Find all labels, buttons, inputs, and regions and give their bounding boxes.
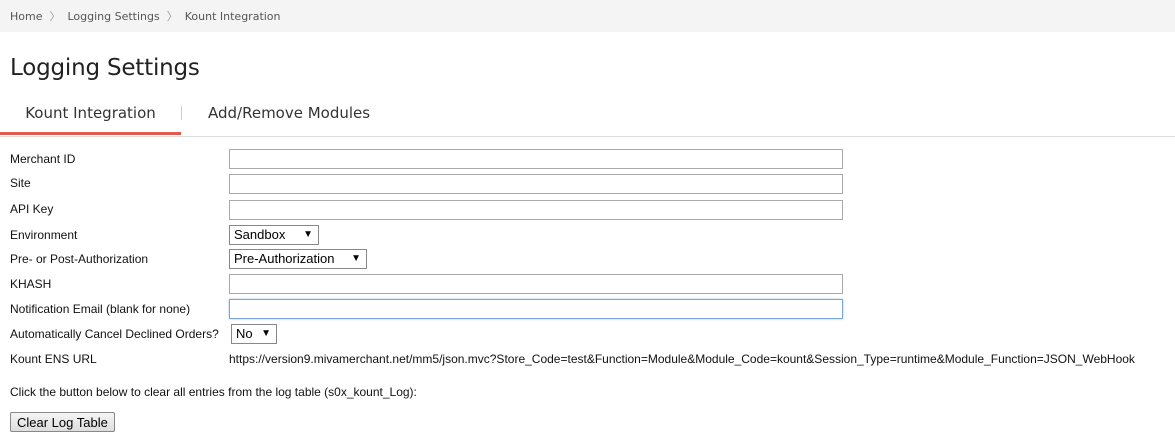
authorization-select[interactable]: Pre-Authorization ▼ [229,249,367,269]
ens-url-value: https://version9.mivamerchant.net/mm5/js… [229,352,1135,366]
environment-selected-value: Sandbox [234,227,286,242]
environment-select[interactable]: Sandbox ▼ [229,225,319,245]
tab-divider [181,106,182,120]
breadcrumb-current: Kount Integration [184,9,281,23]
chevron-down-icon: ▼ [261,328,271,339]
breadcrumb-logging-settings[interactable]: Logging Settings [67,10,159,23]
api-key-input[interactable] [229,200,843,220]
tab-kount-integration[interactable]: Kount Integration [0,94,181,135]
tab-add-remove-modules[interactable]: Add/Remove Modules [208,94,370,134]
merchant-id-input[interactable] [229,149,843,169]
clear-log-table-button[interactable]: Clear Log Table [10,412,115,432]
auto-cancel-label: Automatically Cancel Declined Orders? [10,327,219,341]
ens-url-label: Kount ENS URL [10,352,97,366]
khash-label: KHASH [10,277,52,291]
api-key-label: API Key [10,202,54,216]
notification-email-input[interactable] [229,299,843,319]
site-input[interactable] [229,174,843,194]
breadcrumb: Home 〉 Logging Settings 〉 Kount Integrat… [0,0,1175,32]
chevron-down-icon: ▼ [351,253,361,264]
chevron-down-icon: ▼ [303,229,313,240]
notification-email-label: Notification Email (blank for none) [10,302,191,316]
breadcrumb-separator-icon: 〉 [49,10,61,23]
authorization-label: Pre- or Post-Authorization [10,252,149,266]
breadcrumb-separator-icon: 〉 [166,10,178,23]
merchant-id-label: Merchant ID [10,152,76,166]
authorization-selected-value: Pre-Authorization [234,251,335,266]
page-title: Logging Settings [10,55,200,81]
tab-bar: Kount Integration Add/Remove Modules [0,94,1175,137]
site-label: Site [10,176,31,190]
auto-cancel-select[interactable]: No ▼ [231,324,277,344]
khash-input[interactable] [229,274,843,294]
breadcrumb-home[interactable]: Home [10,10,42,23]
environment-label: Environment [10,228,78,242]
auto-cancel-selected-value: No [236,326,253,341]
clear-log-info-text: Click the button below to clear all entr… [10,385,417,399]
